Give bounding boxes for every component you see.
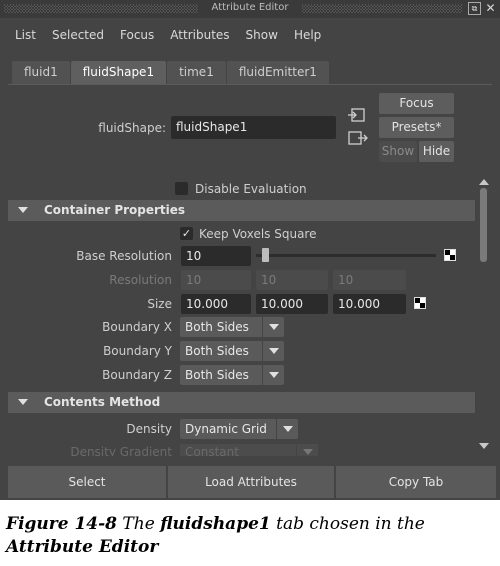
resolution-y-field: 10 (256, 270, 328, 290)
node-name-label: fluidShape: (98, 121, 166, 135)
menu-help[interactable]: Help (294, 28, 321, 42)
density-dropdown[interactable]: Dynamic Grid (180, 419, 298, 439)
size-label: Size (147, 297, 172, 311)
size-x-field[interactable]: 10.000 (181, 294, 251, 314)
tab-fluidemitter1[interactable]: fluidEmitter1 (226, 61, 329, 84)
base-resolution-slider-handle[interactable] (262, 248, 269, 262)
chevron-down-icon (276, 419, 298, 439)
copy-tab-button[interactable]: Copy Tab (336, 466, 496, 498)
bottom-button-bar: Select Load Attributes Copy Tab (0, 466, 500, 498)
focus-button[interactable]: Focus (379, 93, 454, 114)
texture-map-icon[interactable] (414, 297, 426, 309)
density-value: Dynamic Grid (185, 422, 267, 436)
window-title: Attribute Editor (211, 2, 289, 13)
figure-number: Figure 14-8 (6, 514, 118, 534)
base-resolution-label: Base Resolution (76, 249, 172, 263)
density-gradient-value: Constant (185, 445, 239, 456)
tabs-divider (8, 84, 492, 85)
attribute-editor-window: Attribute Editor ⧉ ✕ List Selected Focus… (0, 0, 500, 500)
density-gradient-label: Density Gradient (70, 445, 172, 456)
scroll-down-icon[interactable] (479, 443, 489, 449)
keep-voxels-square-checkbox[interactable]: ✓ (180, 227, 193, 240)
select-button[interactable]: Select (8, 466, 166, 498)
keep-voxels-square-label: Keep Voxels Square (199, 227, 317, 241)
chevron-down-icon (296, 444, 318, 456)
show-button[interactable]: Show (379, 141, 417, 162)
tab-fluid1[interactable]: fluid1 (12, 61, 70, 84)
boundary-y-value: Both Sides (185, 344, 249, 358)
disable-evaluation-checkbox[interactable] (175, 182, 188, 195)
vertical-scrollbar[interactable] (476, 176, 490, 457)
clipped-row: Density Gradient Constant (8, 444, 475, 456)
menu-attributes[interactable]: Attributes (170, 28, 229, 42)
boundary-y-dropdown[interactable]: Both Sides (180, 341, 284, 361)
resolution-x-field: 10 (181, 270, 251, 290)
boundary-x-label: Boundary X (102, 320, 172, 334)
collapse-triangle-icon[interactable] (18, 399, 28, 405)
float-window-icon[interactable]: ⧉ (468, 2, 481, 15)
menu-focus[interactable]: Focus (120, 28, 154, 42)
caption-bold-1: fluidshape1 (160, 514, 271, 534)
resolution-z-field: 10 (333, 270, 406, 290)
section-title: Container Properties (44, 203, 186, 217)
disable-evaluation-label: Disable Evaluation (195, 182, 307, 196)
title-grip-right[interactable] (302, 4, 462, 13)
boundary-x-value: Both Sides (185, 320, 249, 334)
section-container-properties[interactable]: Container Properties (8, 200, 475, 221)
boundary-z-label: Boundary Z (102, 368, 172, 382)
scroll-up-icon[interactable] (479, 179, 489, 185)
density-gradient-dropdown[interactable]: Constant (180, 444, 318, 456)
collapse-triangle-icon[interactable] (18, 207, 28, 213)
chevron-down-icon (262, 341, 284, 361)
size-z-field[interactable]: 10.000 (333, 294, 406, 314)
chevron-down-icon (262, 317, 284, 337)
texture-map-icon[interactable] (444, 249, 456, 261)
caption-text-2: tab chosen in the (276, 514, 425, 534)
resolution-label: Resolution (109, 273, 172, 287)
output-connections-icon[interactable] (348, 130, 368, 146)
presets-button[interactable]: Presets* (379, 117, 454, 138)
menu-selected[interactable]: Selected (52, 28, 104, 42)
chevron-down-icon (262, 365, 284, 385)
base-resolution-field[interactable]: 10 (181, 246, 251, 266)
tab-time1[interactable]: time1 (167, 61, 226, 84)
section-title: Contents Method (44, 395, 161, 409)
input-connections-icon[interactable] (348, 107, 368, 123)
figure-caption: Figure 14-8 The fluidshape1 tab chosen i… (6, 513, 498, 559)
scroll-thumb[interactable] (480, 188, 487, 262)
close-icon[interactable]: ✕ (484, 2, 497, 15)
caption-text-1: The (122, 514, 155, 534)
density-label: Density (126, 422, 172, 436)
boundary-z-dropdown[interactable]: Both Sides (180, 365, 284, 385)
section-contents-method[interactable]: Contents Method (8, 392, 475, 413)
base-resolution-slider[interactable] (256, 254, 436, 257)
caption-bold-2: Attribute Editor (6, 537, 159, 557)
menu-show[interactable]: Show (246, 28, 278, 42)
title-bar[interactable]: Attribute Editor ⧉ ✕ (0, 0, 500, 18)
menu-bar: List Selected Focus Attributes Show Help (0, 18, 500, 52)
menu-list[interactable]: List (15, 28, 36, 42)
load-attributes-button[interactable]: Load Attributes (168, 466, 334, 498)
boundary-y-label: Boundary Y (103, 344, 172, 358)
title-grip-left[interactable] (4, 4, 198, 13)
hide-button[interactable]: Hide (419, 141, 454, 162)
size-y-field[interactable]: 10.000 (256, 294, 328, 314)
tab-fluidshape1[interactable]: fluidShape1 (70, 61, 167, 84)
boundary-z-value: Both Sides (185, 368, 249, 382)
boundary-x-dropdown[interactable]: Both Sides (180, 317, 284, 337)
node-tabs: fluid1 fluidShape1 time1 fluidEmitter1 (12, 61, 330, 84)
node-name-field[interactable]: fluidShape1 (171, 116, 336, 139)
